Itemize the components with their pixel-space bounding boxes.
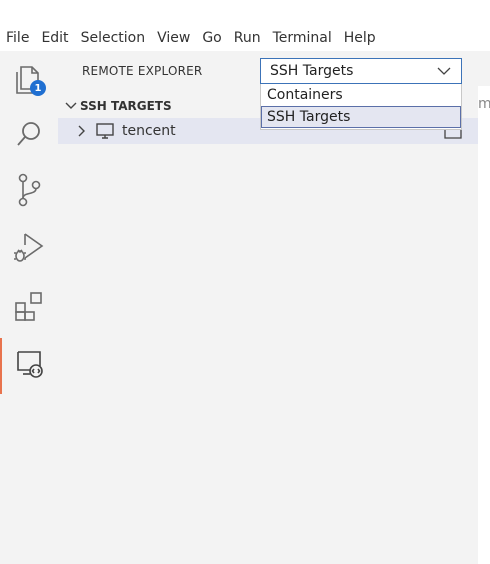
editor-tab-bar (478, 51, 490, 86)
editor-clipped-text: m (478, 96, 490, 112)
editor-area (478, 51, 490, 564)
menu-help[interactable]: Help (338, 25, 382, 51)
menu-terminal[interactable]: Terminal (267, 25, 338, 51)
extensions-icon (14, 291, 44, 325)
menu-bar: File Edit Selection View Go Run Terminal… (0, 25, 490, 51)
select-value: SSH Targets (270, 63, 354, 79)
dropdown-option-containers[interactable]: Containers (261, 84, 461, 106)
ssh-target-label: tencent (122, 123, 176, 139)
activity-source-control[interactable] (0, 164, 58, 220)
menu-selection[interactable]: Selection (75, 25, 152, 51)
activity-remote-explorer[interactable] (0, 338, 58, 394)
chevron-right-icon[interactable] (76, 125, 88, 137)
activity-search[interactable] (0, 108, 58, 164)
dropdown-option-ssh-targets[interactable]: SSH Targets (261, 106, 461, 128)
activity-bar: 1 (0, 51, 59, 564)
chevron-down-icon (62, 101, 80, 111)
monitor-icon (96, 123, 114, 139)
run-debug-icon (13, 231, 45, 269)
menu-edit[interactable]: Edit (35, 25, 74, 51)
activity-explorer[interactable]: 1 (0, 52, 58, 108)
section-title: SSH TARGETS (80, 99, 172, 113)
menu-view[interactable]: View (151, 25, 196, 51)
menu-run[interactable]: Run (228, 25, 267, 51)
remote-type-select[interactable]: SSH Targets (260, 58, 462, 84)
sidebar-title: REMOTE EXPLORER (82, 64, 203, 78)
menu-go[interactable]: Go (196, 25, 227, 51)
remote-explorer-sidebar: REMOTE EXPLORER SSH Targets Containers S… (58, 51, 478, 564)
activity-extensions[interactable] (0, 280, 58, 336)
chevron-down-icon (437, 65, 451, 81)
remote-type-dropdown: Containers SSH Targets (260, 84, 462, 130)
explorer-badge: 1 (30, 80, 46, 96)
search-icon (14, 119, 44, 153)
menu-file[interactable]: File (0, 25, 35, 51)
activity-run-debug[interactable] (0, 222, 58, 278)
source-control-icon (15, 173, 43, 211)
remote-explorer-icon (15, 349, 45, 383)
